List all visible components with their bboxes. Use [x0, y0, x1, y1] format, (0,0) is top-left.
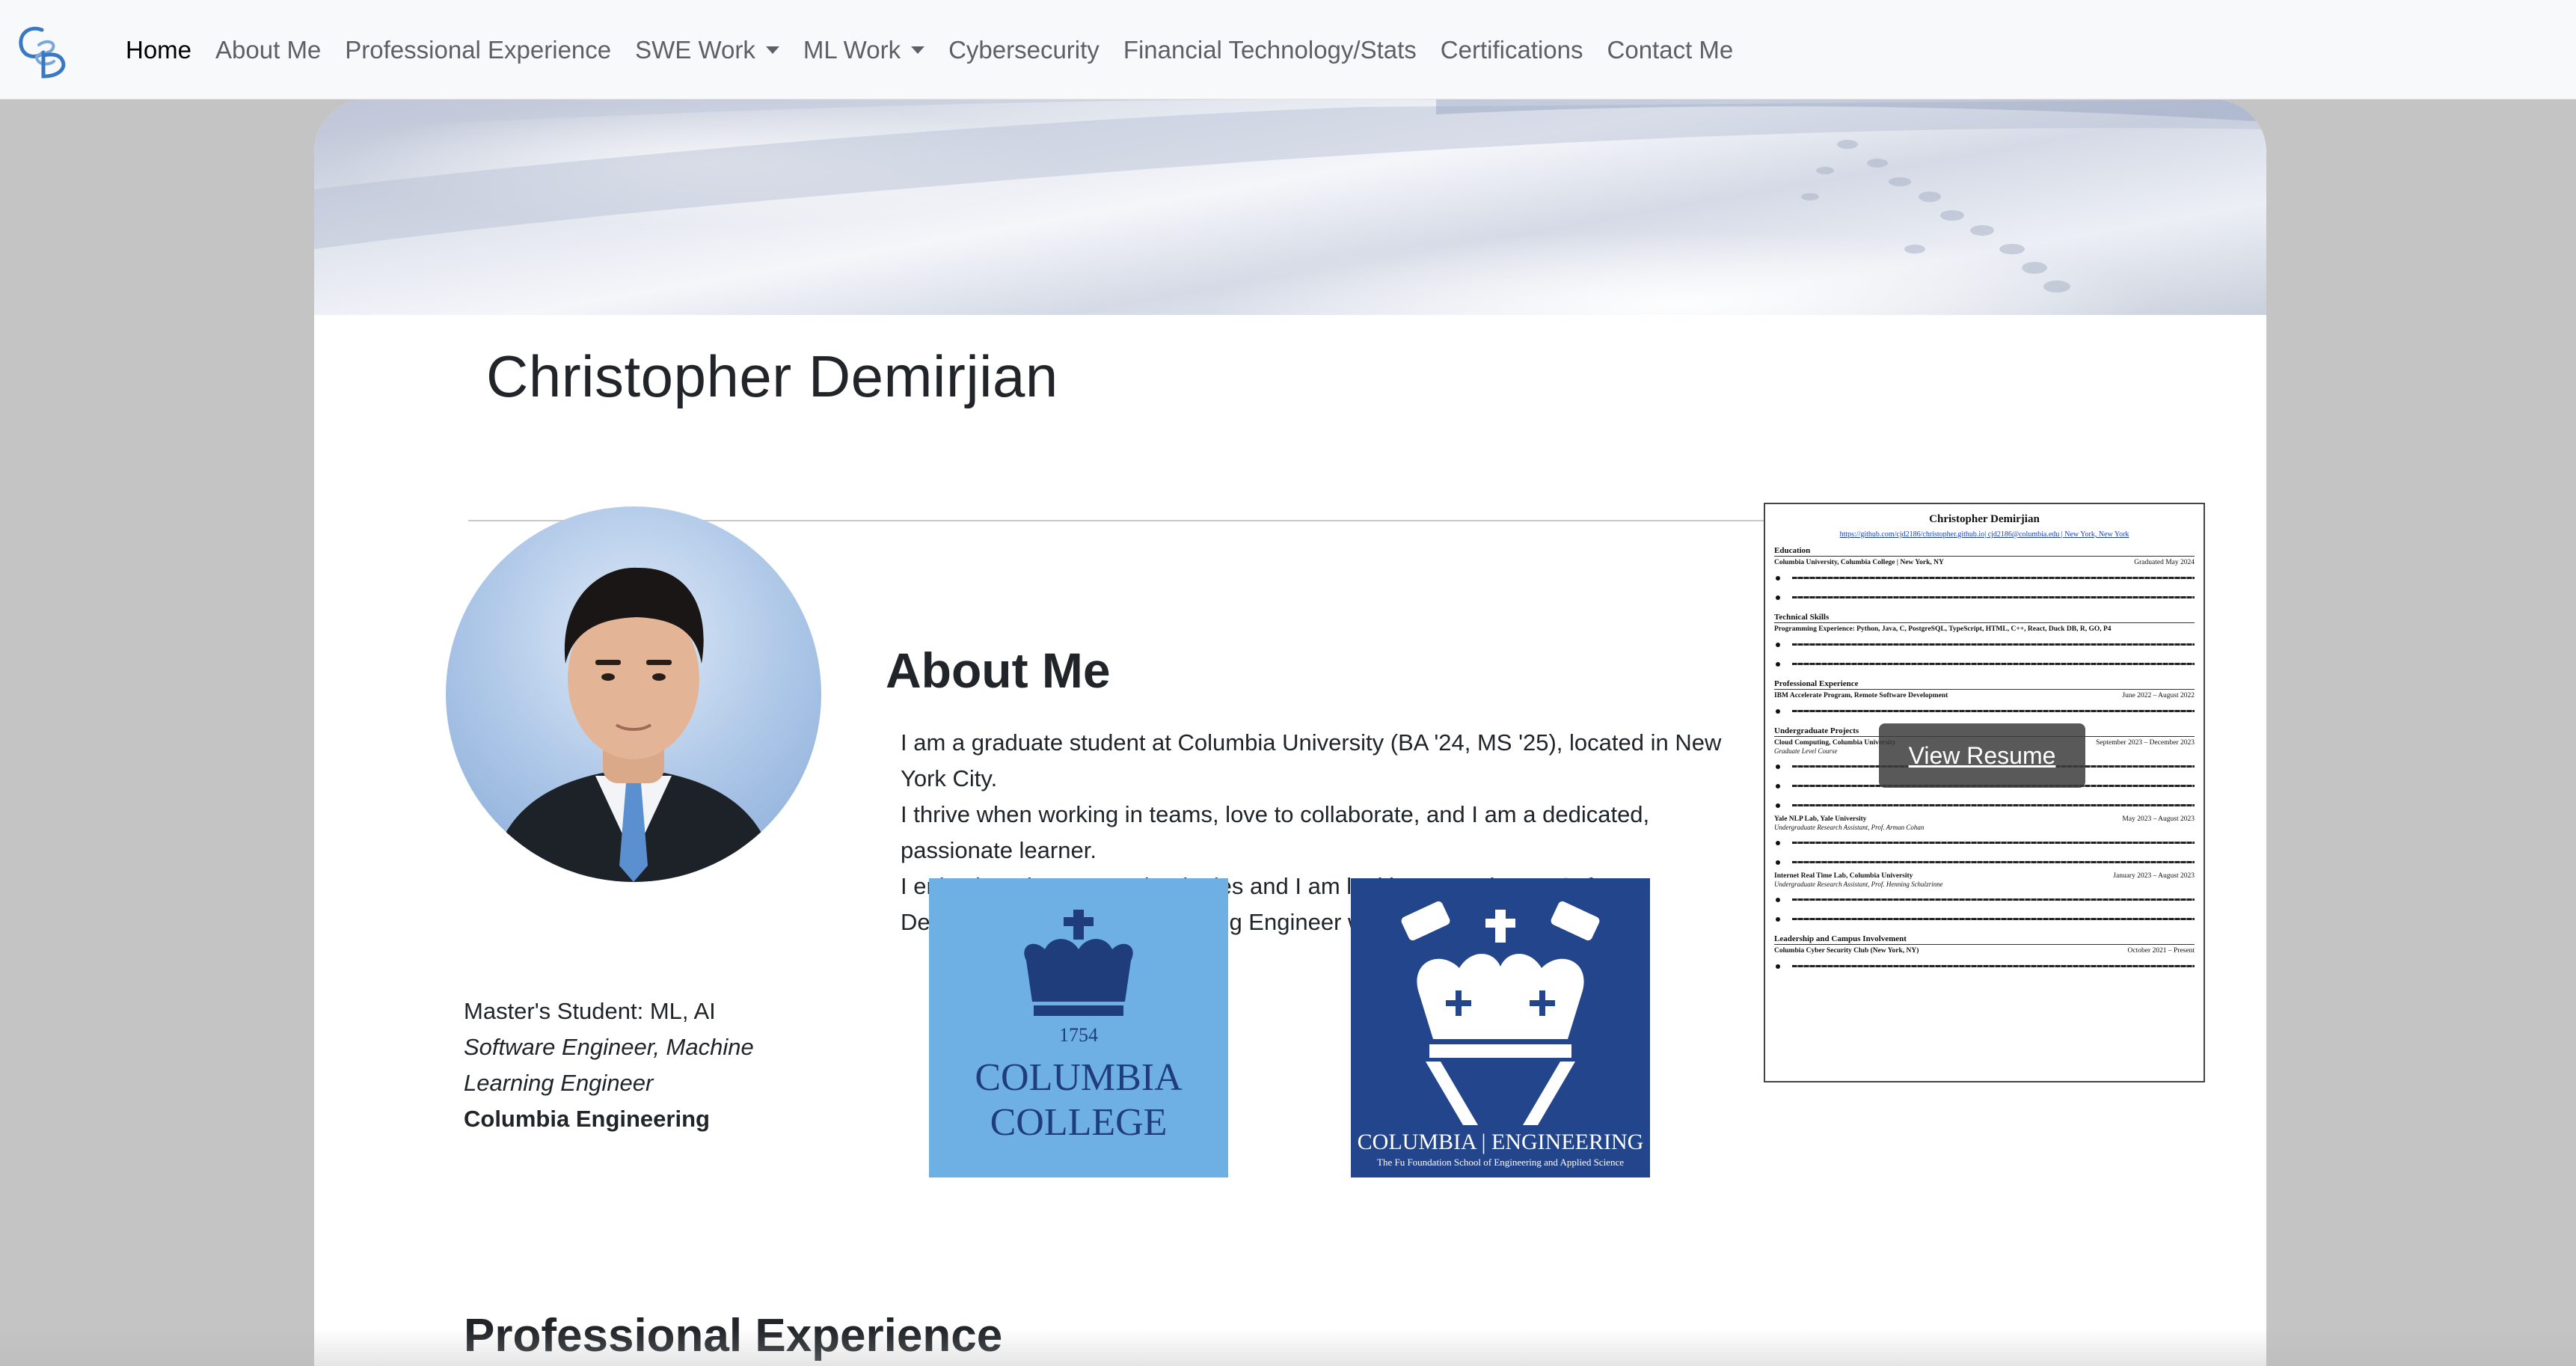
professional-experience-heading: Professional Experience — [464, 1310, 1003, 1362]
nav-ml-work-dropdown[interactable]: ML Work — [803, 35, 925, 64]
resume-section-leadership: Leadership and Campus Involvement — [1774, 934, 2195, 945]
about-line-2: I thrive when working in teams, love to … — [901, 801, 1650, 863]
resume-row: Columbia University, Columbia College | … — [1774, 559, 2195, 566]
resume-row-left: Internet Real Time Lab, Columbia Univers… — [1774, 872, 1913, 880]
resume-bullet — [1776, 571, 2195, 586]
logo-college: COLLEGE — [990, 1101, 1168, 1144]
caption-roles: Software Engineer, Machine Learning Engi… — [464, 1034, 754, 1096]
resume-row: Programming Experience: Python, Java, C,… — [1774, 625, 2195, 633]
nav-about-me[interactable]: About Me — [215, 36, 321, 64]
caret-down-icon — [911, 46, 925, 54]
nav-menu: Home About Me Professional Experience SW… — [126, 0, 1757, 99]
resume-row: Yale NLP Lab, Yale University May 2023 – … — [1774, 815, 2195, 823]
resume-row-sub: Undergraduate Research Assistant, Prof. … — [1774, 880, 1943, 888]
csd-monogram-icon — [19, 26, 66, 79]
resume-row-date: January 2023 – August 2023 — [2113, 872, 2195, 880]
logo-year: 1754 — [1059, 1024, 1098, 1046]
nav-home-label: Home — [126, 35, 192, 64]
caption-degree: Master's Student: ML, AI — [464, 998, 716, 1024]
brand-logo[interactable] — [16, 22, 67, 79]
nav-professional-experience[interactable]: Professional Experience — [345, 36, 611, 64]
resume-row-sub: Undergraduate Research Assistant, Prof. … — [1774, 824, 1925, 831]
resume-section-professional: Professional Experience — [1774, 679, 2195, 690]
logo-engineering-sub: The Fu Foundation School of Engineering … — [1377, 1157, 1624, 1168]
view-resume-button[interactable]: View Resume — [1879, 723, 2085, 788]
logo-columbia: COLUMBIA — [975, 1056, 1183, 1099]
resume-links: https://github.com/cjd2186/christopher.g… — [1839, 530, 2129, 539]
resume-bullet — [1776, 855, 2195, 870]
resume-row: IBM Accelerate Program, Remote Software … — [1774, 692, 2195, 699]
nav-cybersecurity[interactable]: Cybersecurity — [948, 36, 1100, 64]
nav-cybersecurity-label: Cybersecurity — [948, 35, 1100, 64]
resume-bullet — [1776, 959, 2195, 974]
resume-section-education: Education — [1774, 546, 2195, 557]
nav-professional-experience-label: Professional Experience — [345, 35, 612, 64]
nav-fintech-stats[interactable]: Financial Technology/Stats — [1123, 36, 1417, 64]
resume-bullet — [1776, 657, 2195, 672]
resume-row-date: September 2023 – December 2023 — [2096, 739, 2195, 747]
resume-row-left: Columbia University, Columbia College | … — [1774, 559, 1944, 566]
person-portrait-icon — [491, 567, 776, 882]
nav-fintech-stats-label: Financial Technology/Stats — [1123, 35, 1417, 64]
resume-row-date: October 2021 – Present — [2127, 947, 2195, 955]
caret-down-icon — [765, 46, 779, 54]
resume-bullet — [1776, 892, 2195, 907]
resume-row-left: Columbia Cyber Security Club (New York, … — [1774, 947, 1919, 955]
resume-row-date: May 2023 – August 2023 — [2122, 815, 2195, 823]
nav-ml-work-label: ML Work — [803, 35, 901, 64]
logo-engineering-title: COLUMBIA | ENGINEERING — [1358, 1130, 1644, 1154]
resume-row-left: Cloud Computing, Columbia University — [1774, 739, 1896, 747]
profile-caption: Master's Student: ML, AI Software Engine… — [464, 993, 808, 1137]
page-title: Christopher Demirjian — [486, 343, 1058, 409]
columbia-engineering-logo: COLUMBIA | ENGINEERING The Fu Foundation… — [1351, 878, 1650, 1177]
nav-contact-me[interactable]: Contact Me — [1607, 36, 1734, 64]
resume-row-date: Graduated May 2024 — [2134, 559, 2195, 566]
caption-school: Columbia Engineering — [464, 1106, 710, 1132]
resume-section-skills: Technical Skills — [1774, 613, 2195, 623]
resume-bullet — [1776, 637, 2195, 652]
about-line-1: I am a graduate student at Columbia Univ… — [901, 729, 1722, 791]
resume-row-date: June 2022 – August 2022 — [2122, 692, 2195, 699]
nav-swe-work-dropdown[interactable]: SWE Work — [635, 36, 779, 64]
resume-name: Christopher Demirjian — [1929, 513, 2040, 525]
resume-bullet — [1776, 798, 2195, 813]
top-navbar: Home About Me Professional Experience SW… — [0, 0, 2576, 99]
profile-photo — [446, 506, 821, 882]
nav-certifications-label: Certifications — [1440, 35, 1583, 64]
resume-row-left: Programming Experience: Python, Java, C,… — [1774, 625, 2112, 633]
resume-row: Columbia Cyber Security Club (New York, … — [1774, 947, 2195, 955]
nav-contact-me-label: Contact Me — [1607, 35, 1734, 64]
resume-bullet — [1776, 704, 2195, 719]
crown-icon: 1754 COLUMBIA COLLEGE — [975, 910, 1183, 1144]
about-heading: About Me — [886, 643, 1111, 698]
snow-banner-image — [314, 99, 2266, 315]
nav-certifications[interactable]: Certifications — [1441, 36, 1583, 64]
resume-row-left: Yale NLP Lab, Yale University — [1774, 815, 1867, 823]
columbia-college-logo: 1754 COLUMBIA COLLEGE — [929, 878, 1228, 1177]
nav-about-me-label: About Me — [215, 35, 322, 64]
nav-home[interactable]: Home — [126, 36, 191, 64]
snow-texture — [314, 99, 2266, 293]
crown-hammers-icon: COLUMBIA | ENGINEERING The Fu Foundation… — [1358, 901, 1644, 1168]
resume-row: Internet Real Time Lab, Columbia Univers… — [1774, 872, 2195, 880]
resume-bullet — [1776, 836, 2195, 851]
resume-bullet — [1776, 590, 2195, 605]
resume-row-left: IBM Accelerate Program, Remote Software … — [1774, 692, 1948, 699]
resume-bullet — [1776, 912, 2195, 927]
nav-swe-work-label: SWE Work — [635, 35, 755, 64]
resume-preview[interactable]: Christopher Demirjian https://github.com… — [1764, 503, 2205, 1082]
